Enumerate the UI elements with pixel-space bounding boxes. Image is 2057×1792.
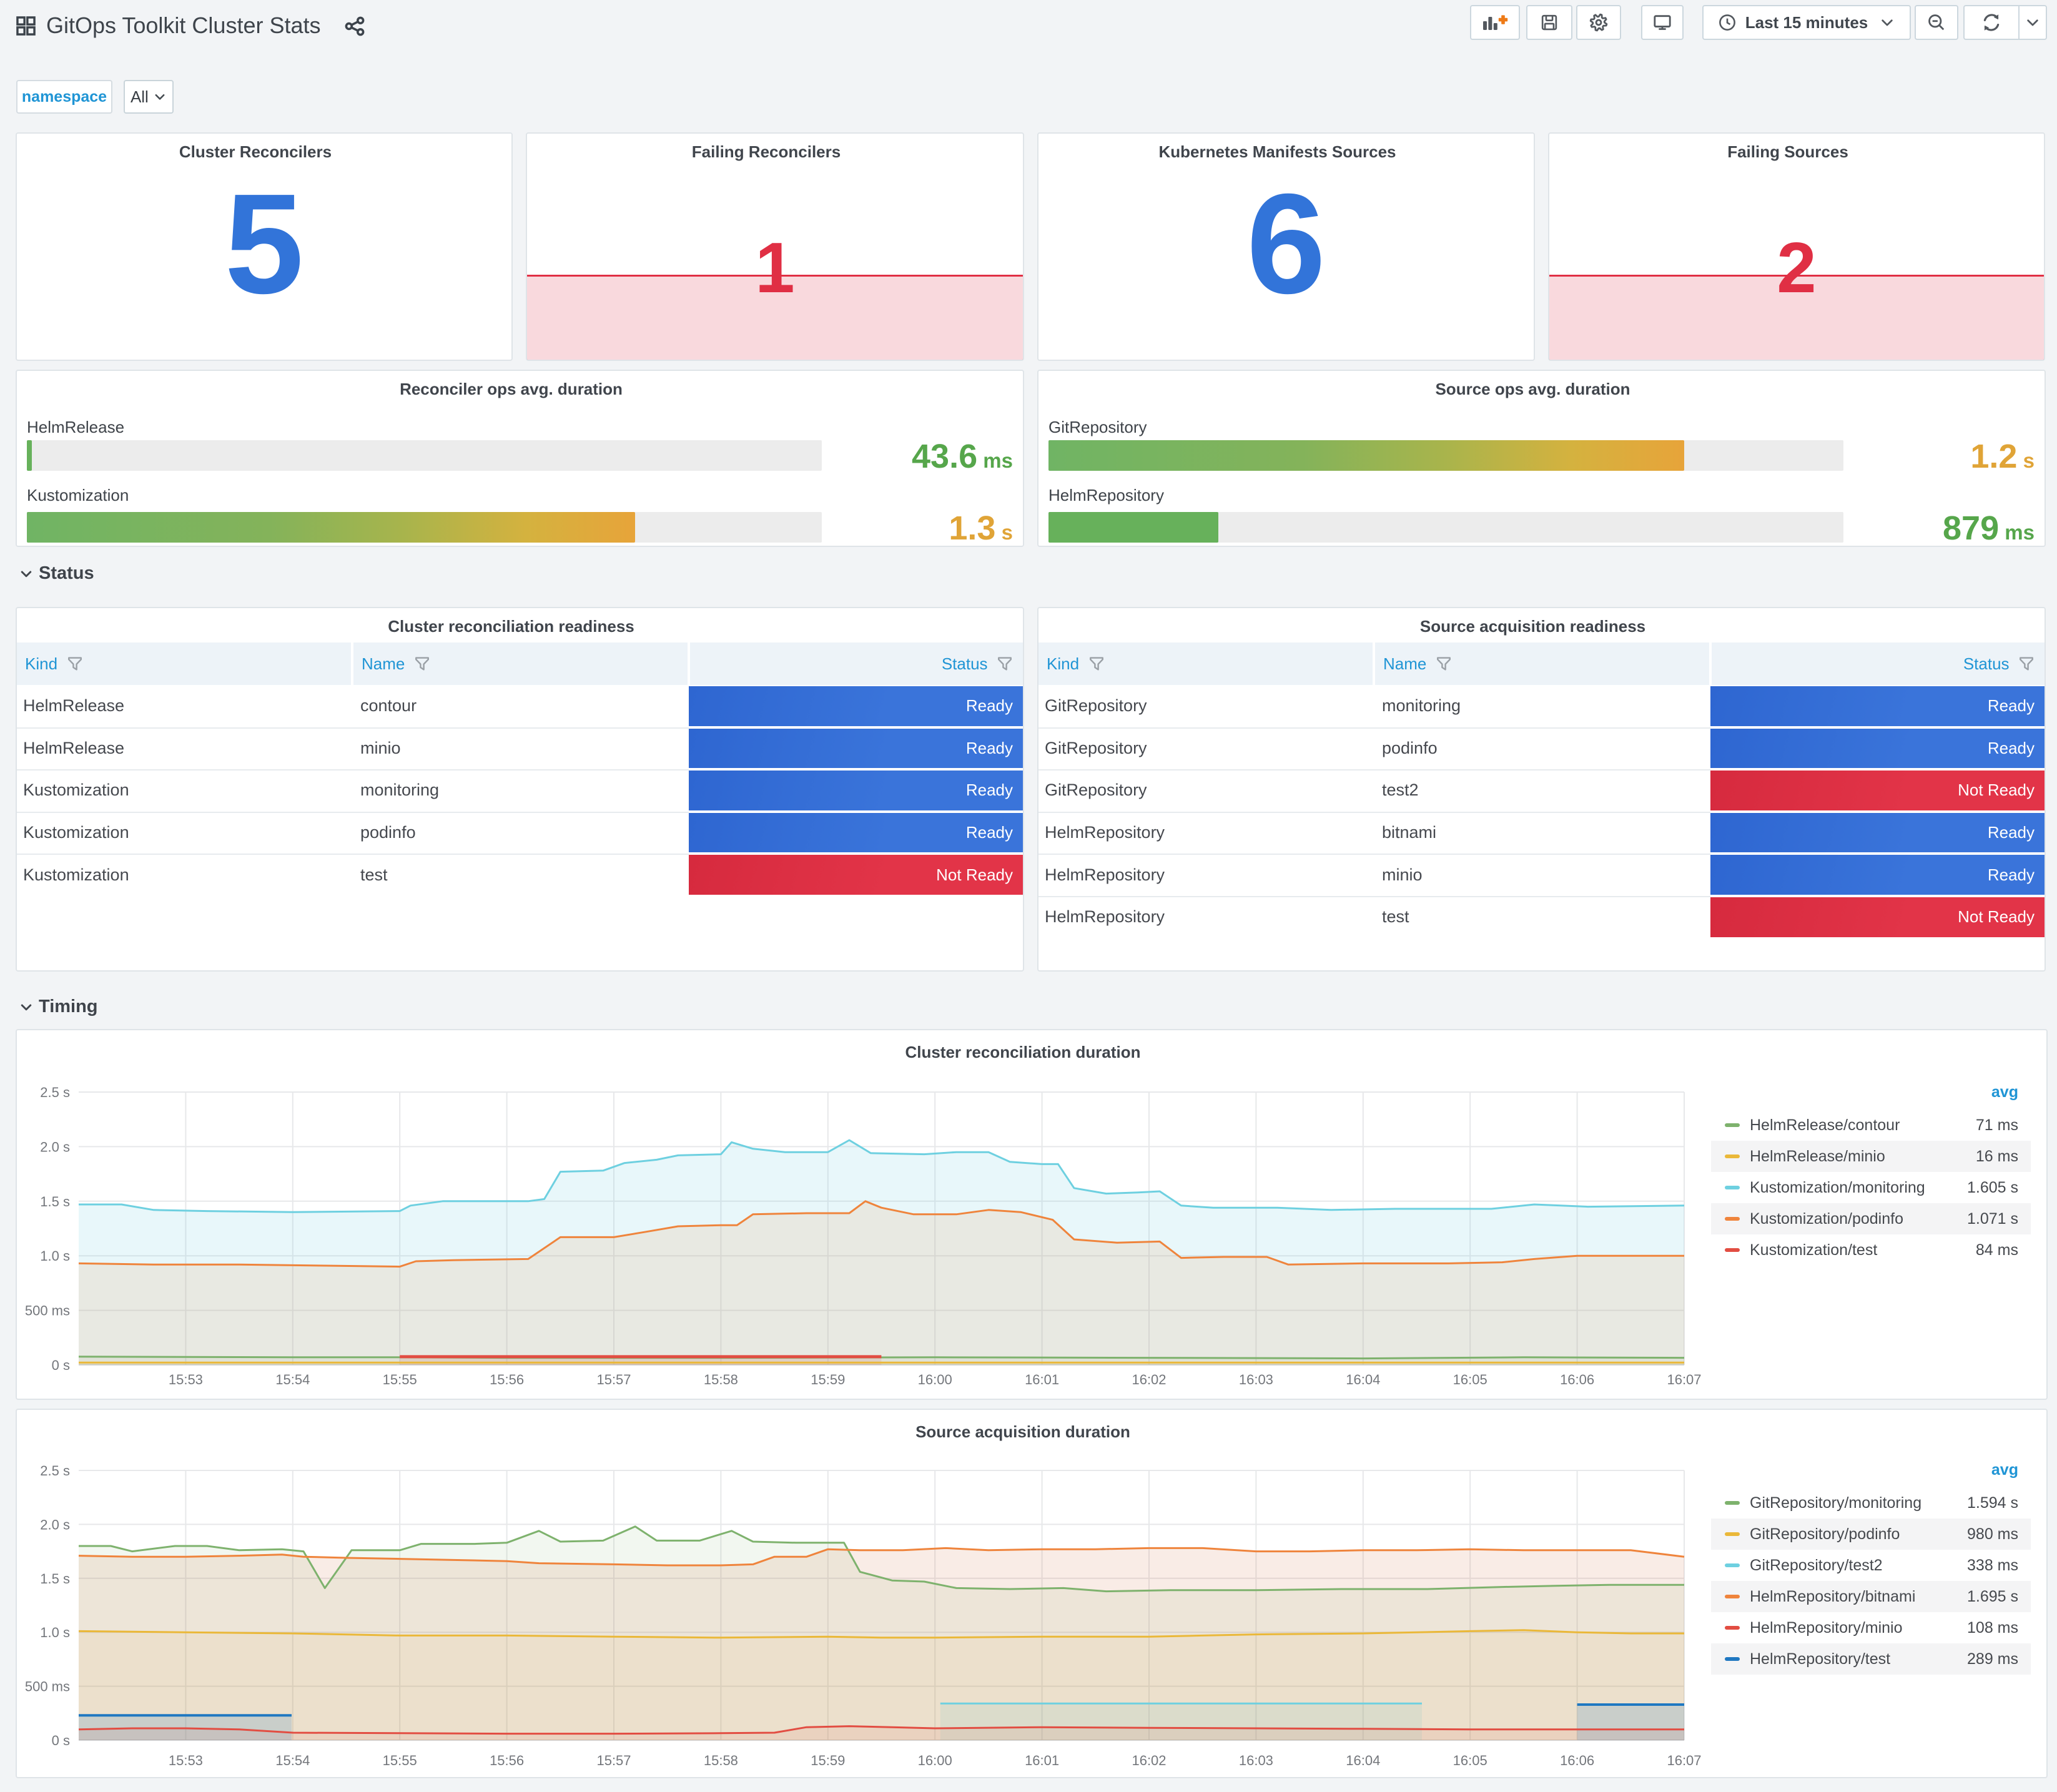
svg-text:0 s: 0 s xyxy=(52,1357,70,1373)
svg-text:16:04: 16:04 xyxy=(1346,1753,1380,1768)
svg-text:15:53: 15:53 xyxy=(169,1753,203,1768)
svg-text:16:02: 16:02 xyxy=(1132,1753,1166,1768)
svg-text:16:02: 16:02 xyxy=(1132,1372,1166,1387)
svg-text:0 s: 0 s xyxy=(52,1733,70,1748)
svg-text:2.5 s: 2.5 s xyxy=(40,1463,70,1479)
svg-text:16:00: 16:00 xyxy=(918,1372,952,1387)
svg-text:500 ms: 500 ms xyxy=(25,1679,70,1695)
svg-text:2.5 s: 2.5 s xyxy=(40,1085,70,1100)
svg-text:2.0 s: 2.0 s xyxy=(40,1517,70,1532)
svg-text:16:03: 16:03 xyxy=(1239,1753,1273,1768)
svg-text:1.5 s: 1.5 s xyxy=(40,1194,70,1209)
svg-text:16:06: 16:06 xyxy=(1560,1372,1594,1387)
svg-text:15:56: 15:56 xyxy=(490,1372,524,1387)
svg-text:15:54: 15:54 xyxy=(275,1372,310,1387)
svg-text:15:55: 15:55 xyxy=(383,1372,417,1387)
svg-text:16:04: 16:04 xyxy=(1346,1372,1380,1387)
svg-text:16:05: 16:05 xyxy=(1453,1372,1487,1387)
svg-text:1.0 s: 1.0 s xyxy=(40,1625,70,1640)
svg-text:16:07: 16:07 xyxy=(1667,1372,1701,1387)
svg-text:15:54: 15:54 xyxy=(275,1753,310,1768)
svg-text:1.0 s: 1.0 s xyxy=(40,1248,70,1264)
svg-text:500 ms: 500 ms xyxy=(25,1303,70,1319)
svg-text:16:00: 16:00 xyxy=(918,1753,952,1768)
svg-text:16:06: 16:06 xyxy=(1560,1753,1594,1768)
svg-text:16:01: 16:01 xyxy=(1025,1753,1059,1768)
svg-text:15:58: 15:58 xyxy=(704,1753,738,1768)
svg-text:16:01: 16:01 xyxy=(1025,1372,1059,1387)
svg-text:15:56: 15:56 xyxy=(490,1753,524,1768)
svg-text:15:59: 15:59 xyxy=(811,1753,845,1768)
svg-text:15:55: 15:55 xyxy=(383,1753,417,1768)
svg-text:15:57: 15:57 xyxy=(596,1753,631,1768)
svg-text:16:03: 16:03 xyxy=(1239,1372,1273,1387)
svg-text:1.5 s: 1.5 s xyxy=(40,1571,70,1587)
svg-text:15:57: 15:57 xyxy=(596,1372,631,1387)
svg-text:16:07: 16:07 xyxy=(1667,1753,1701,1768)
svg-text:2.0 s: 2.0 s xyxy=(40,1139,70,1154)
svg-text:15:59: 15:59 xyxy=(811,1372,845,1387)
svg-text:15:58: 15:58 xyxy=(704,1372,738,1387)
svg-text:16:05: 16:05 xyxy=(1453,1753,1487,1768)
svg-text:15:53: 15:53 xyxy=(169,1372,203,1387)
